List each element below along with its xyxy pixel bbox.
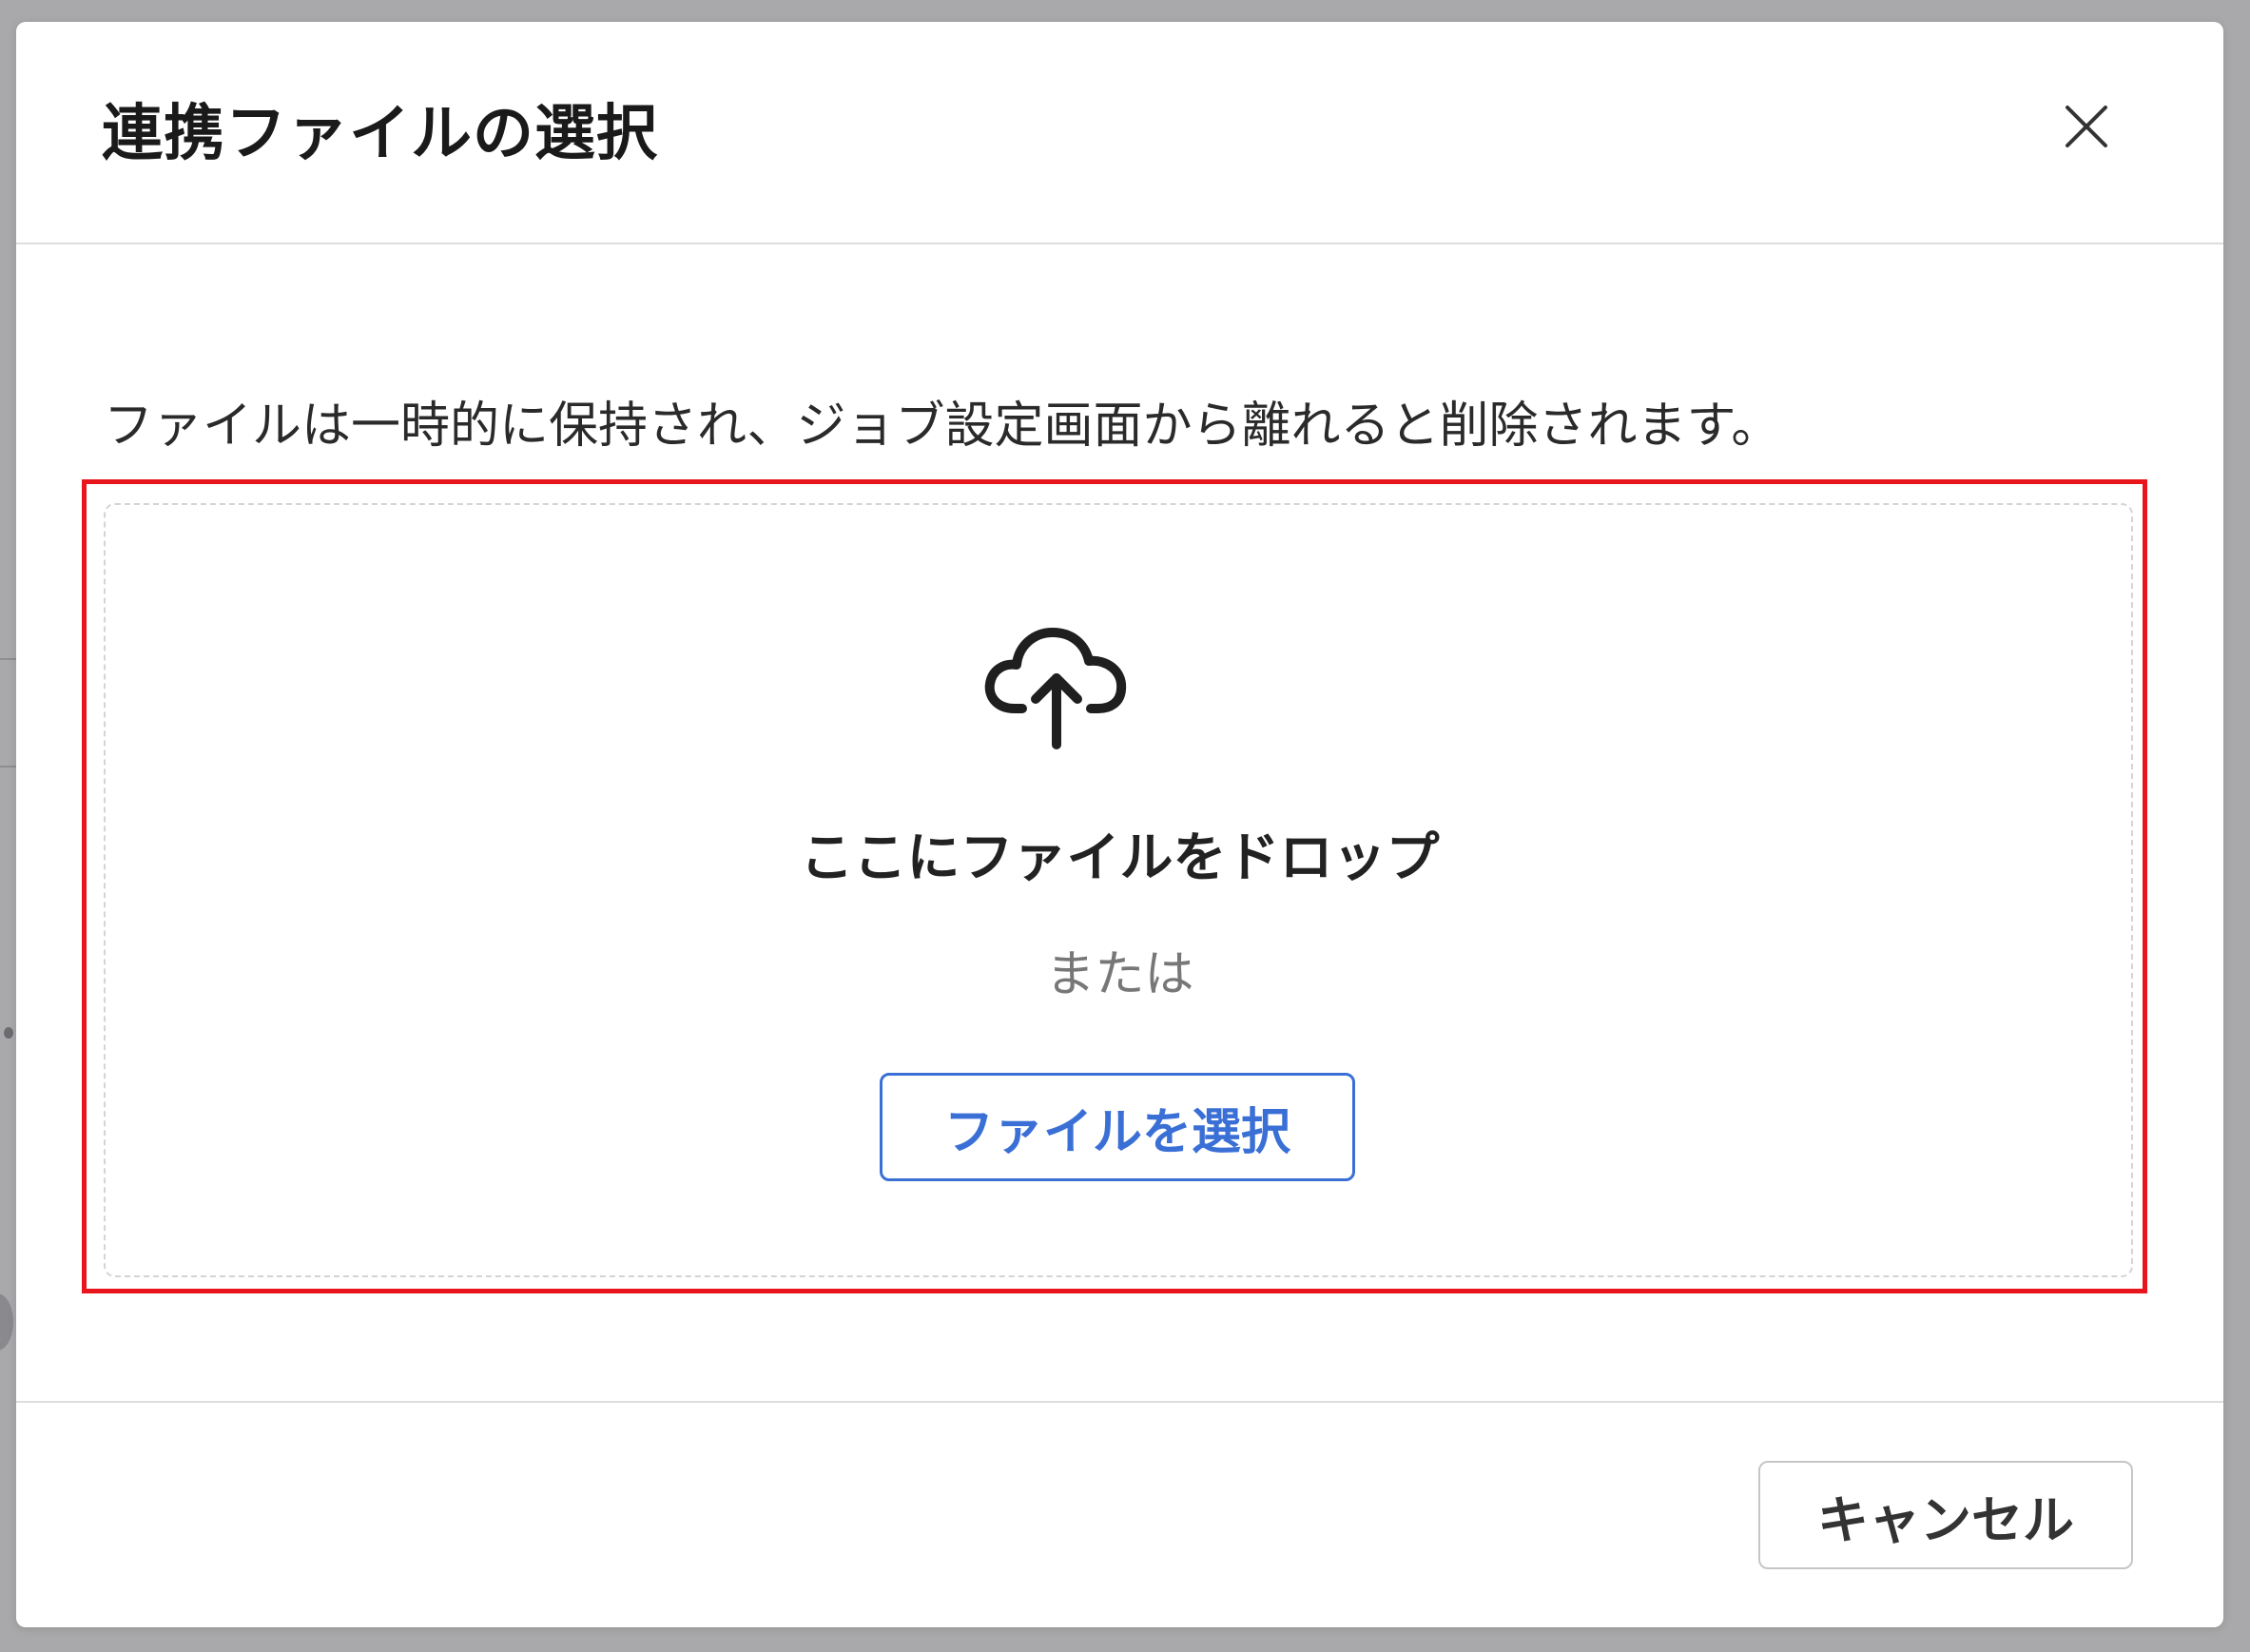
cloud-upload-icon: [980, 615, 1133, 758]
select-file-button[interactable]: ファイルを選択: [880, 1073, 1355, 1181]
close-icon: [2066, 106, 2107, 147]
background-element: [0, 1293, 13, 1351]
cancel-button[interactable]: キャンセル: [1758, 1461, 2133, 1569]
file-select-dialog: 連携ファイルの選択 ファイルは一時的に保持され、ジョブ設定画面から離れると削除さ…: [16, 22, 2223, 1627]
close-button[interactable]: [2056, 96, 2117, 157]
drop-zone-title: ここにファイルをドロップ: [800, 827, 1440, 889]
background-divider: [0, 766, 16, 768]
dialog-header: 連携ファイルの選択: [16, 22, 2223, 244]
or-separator-text: または: [1045, 946, 1194, 1003]
dialog-footer: キャンセル: [16, 1401, 2223, 1629]
dialog-title: 連携ファイルの選択: [102, 99, 658, 169]
background-divider: [0, 658, 16, 660]
background-element: [4, 1027, 13, 1039]
info-text: ファイルは一時的に保持され、ジョブ設定画面から離れると削除されます。: [104, 398, 1781, 455]
dialog-body: ファイルは一時的に保持され、ジョブ設定画面から離れると削除されます。 ここにファ…: [16, 244, 2223, 1422]
